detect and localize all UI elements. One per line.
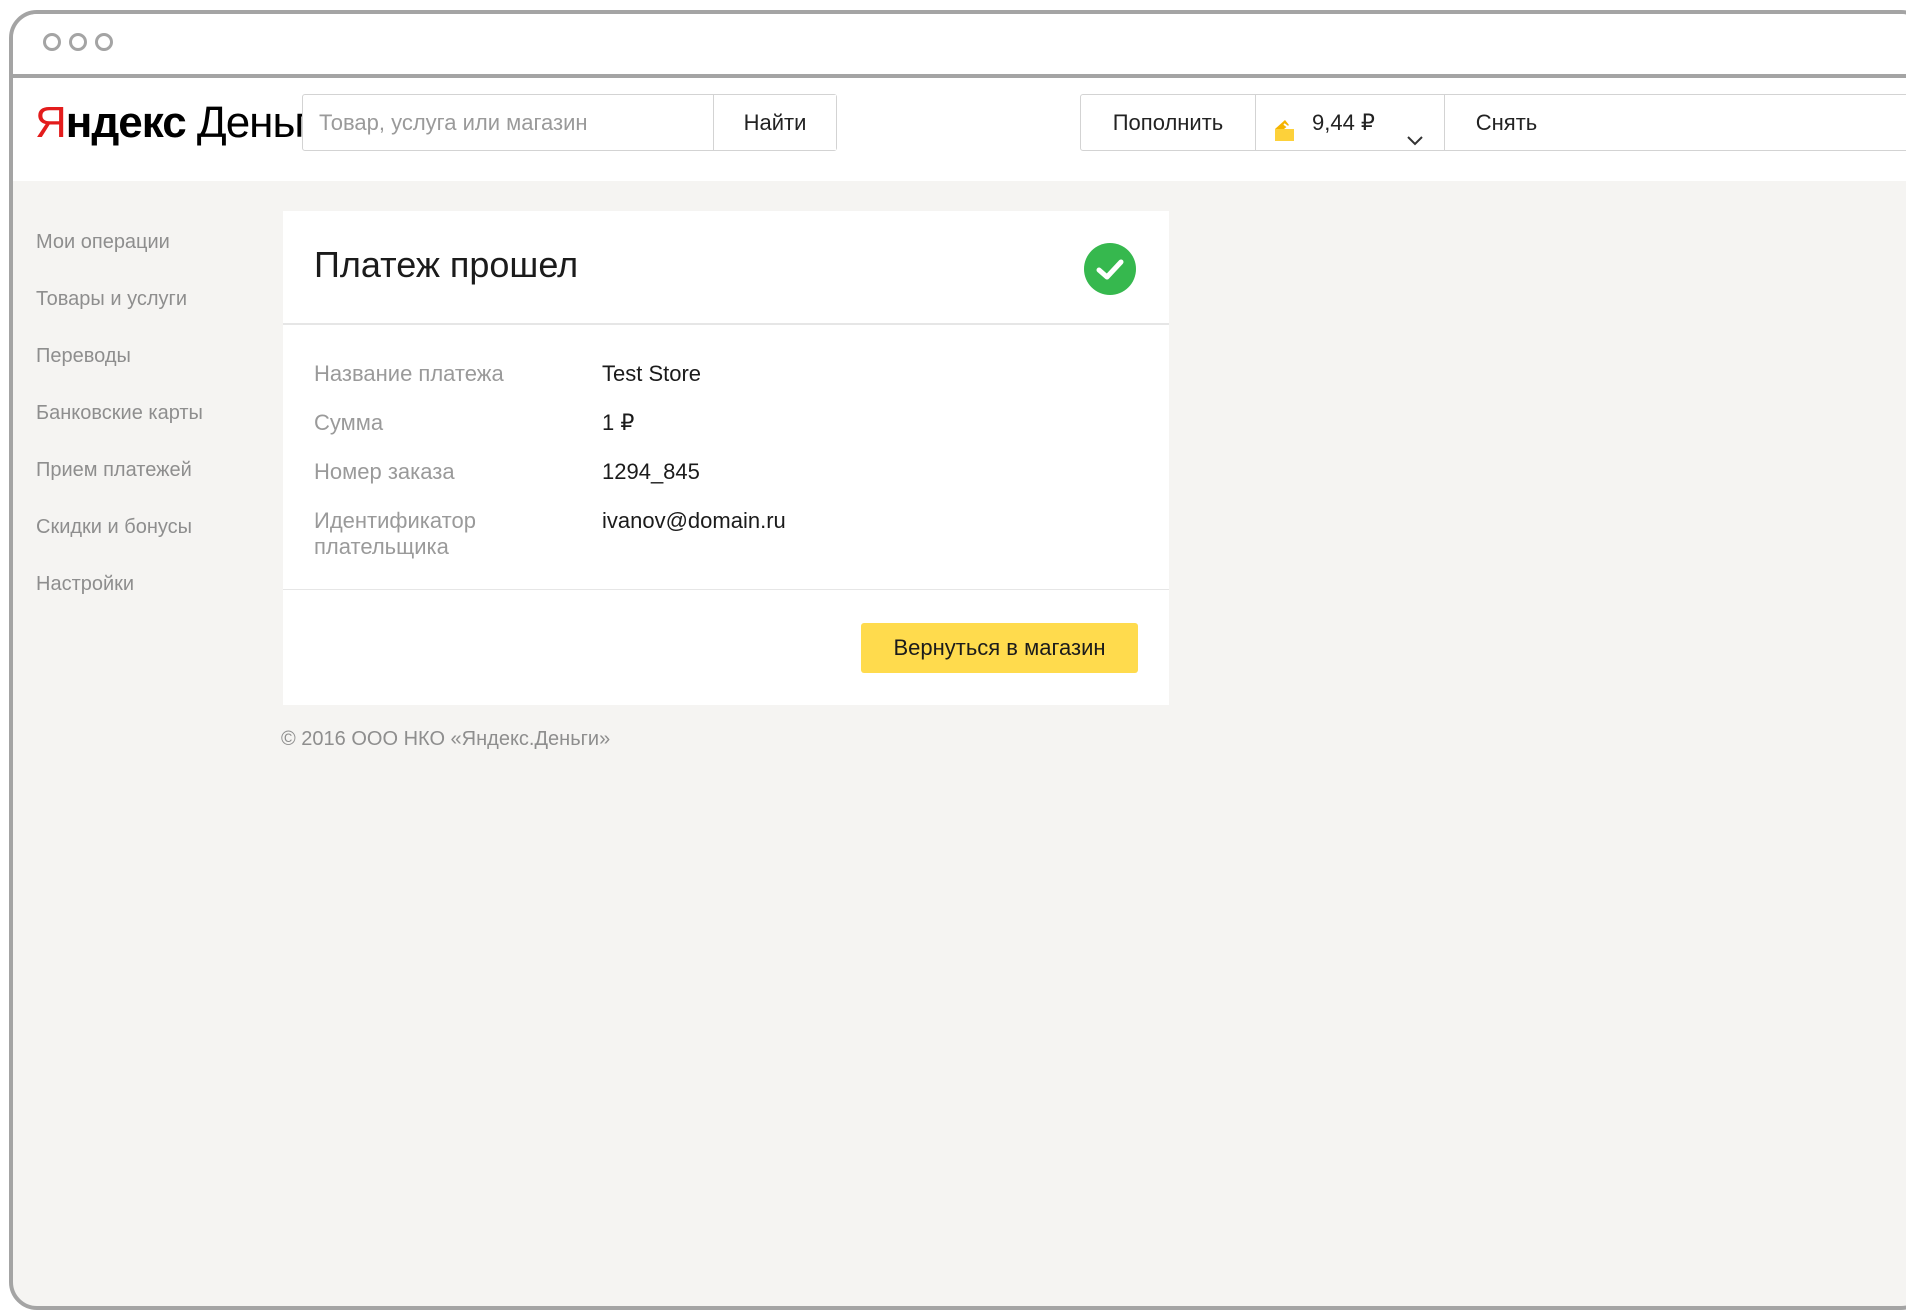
- sidebar-item-goods[interactable]: Товары и услуги: [36, 283, 203, 340]
- sidebar-item-payments[interactable]: Прием платежей: [36, 454, 203, 511]
- site-header: Яндекс Деньги Найти Пополнить 9,44 ₽: [13, 78, 1906, 181]
- search-input[interactable]: [303, 95, 713, 150]
- sidebar-item-operations[interactable]: Мои операции: [36, 226, 203, 283]
- divider: [283, 589, 1169, 590]
- amount-value: 1 ₽: [602, 410, 635, 435]
- page-title: Платеж прошел: [314, 244, 579, 285]
- order-number-value: 1294_845: [602, 459, 700, 484]
- sidebar-item-transfers[interactable]: Переводы: [36, 340, 203, 397]
- payment-result-card: Платеж прошел Название платежа Test Stor…: [283, 211, 1169, 705]
- yandex-money-logo[interactable]: Яндекс Деньги: [35, 96, 334, 150]
- search-button[interactable]: Найти: [713, 95, 836, 150]
- payment-name-value: Test Store: [602, 361, 702, 386]
- sidebar-nav: Мои операции Товары и услуги Переводы Ба…: [36, 226, 203, 625]
- sidebar-item-bank-cards[interactable]: Банковские карты: [36, 397, 203, 454]
- order-number-label: Номер заказа: [314, 459, 455, 484]
- search-box: Найти: [302, 94, 837, 151]
- card-header: Платеж прошел: [283, 211, 1169, 325]
- sidebar-item-discounts[interactable]: Скидки и бонусы: [36, 511, 203, 568]
- payer-id-value: ivanov@domain.ru: [602, 508, 786, 533]
- chevron-down-icon: [1406, 114, 1424, 146]
- topup-button[interactable]: Пополнить: [1081, 95, 1256, 150]
- return-to-store-button[interactable]: Вернуться в магазин: [861, 623, 1138, 673]
- window-minimize-dot[interactable]: [69, 33, 87, 51]
- sidebar-item-settings[interactable]: Настройки: [36, 568, 203, 625]
- balance-dropdown[interactable]: 9,44 ₽: [1256, 95, 1445, 150]
- footer-copyright: © 2016 ООО НКО «Яндекс.Деньги»: [281, 728, 611, 750]
- window-titlebar: [13, 14, 1906, 78]
- window-close-dot[interactable]: [43, 33, 61, 51]
- window-maximize-dot[interactable]: [95, 33, 113, 51]
- wallet-actions: Пополнить 9,44 ₽ Снять: [1080, 94, 1906, 151]
- wallet-icon: [1272, 109, 1300, 141]
- withdraw-button[interactable]: Снять: [1445, 95, 1568, 150]
- payer-id-label: Идентификатор плательщика: [314, 508, 476, 559]
- amount-label: Сумма: [314, 410, 384, 435]
- payment-name-label: Название платежа: [314, 361, 504, 386]
- browser-window: Яндекс Деньги Найти Пополнить 9,44 ₽: [9, 10, 1906, 1310]
- success-check-icon: [1084, 243, 1136, 295]
